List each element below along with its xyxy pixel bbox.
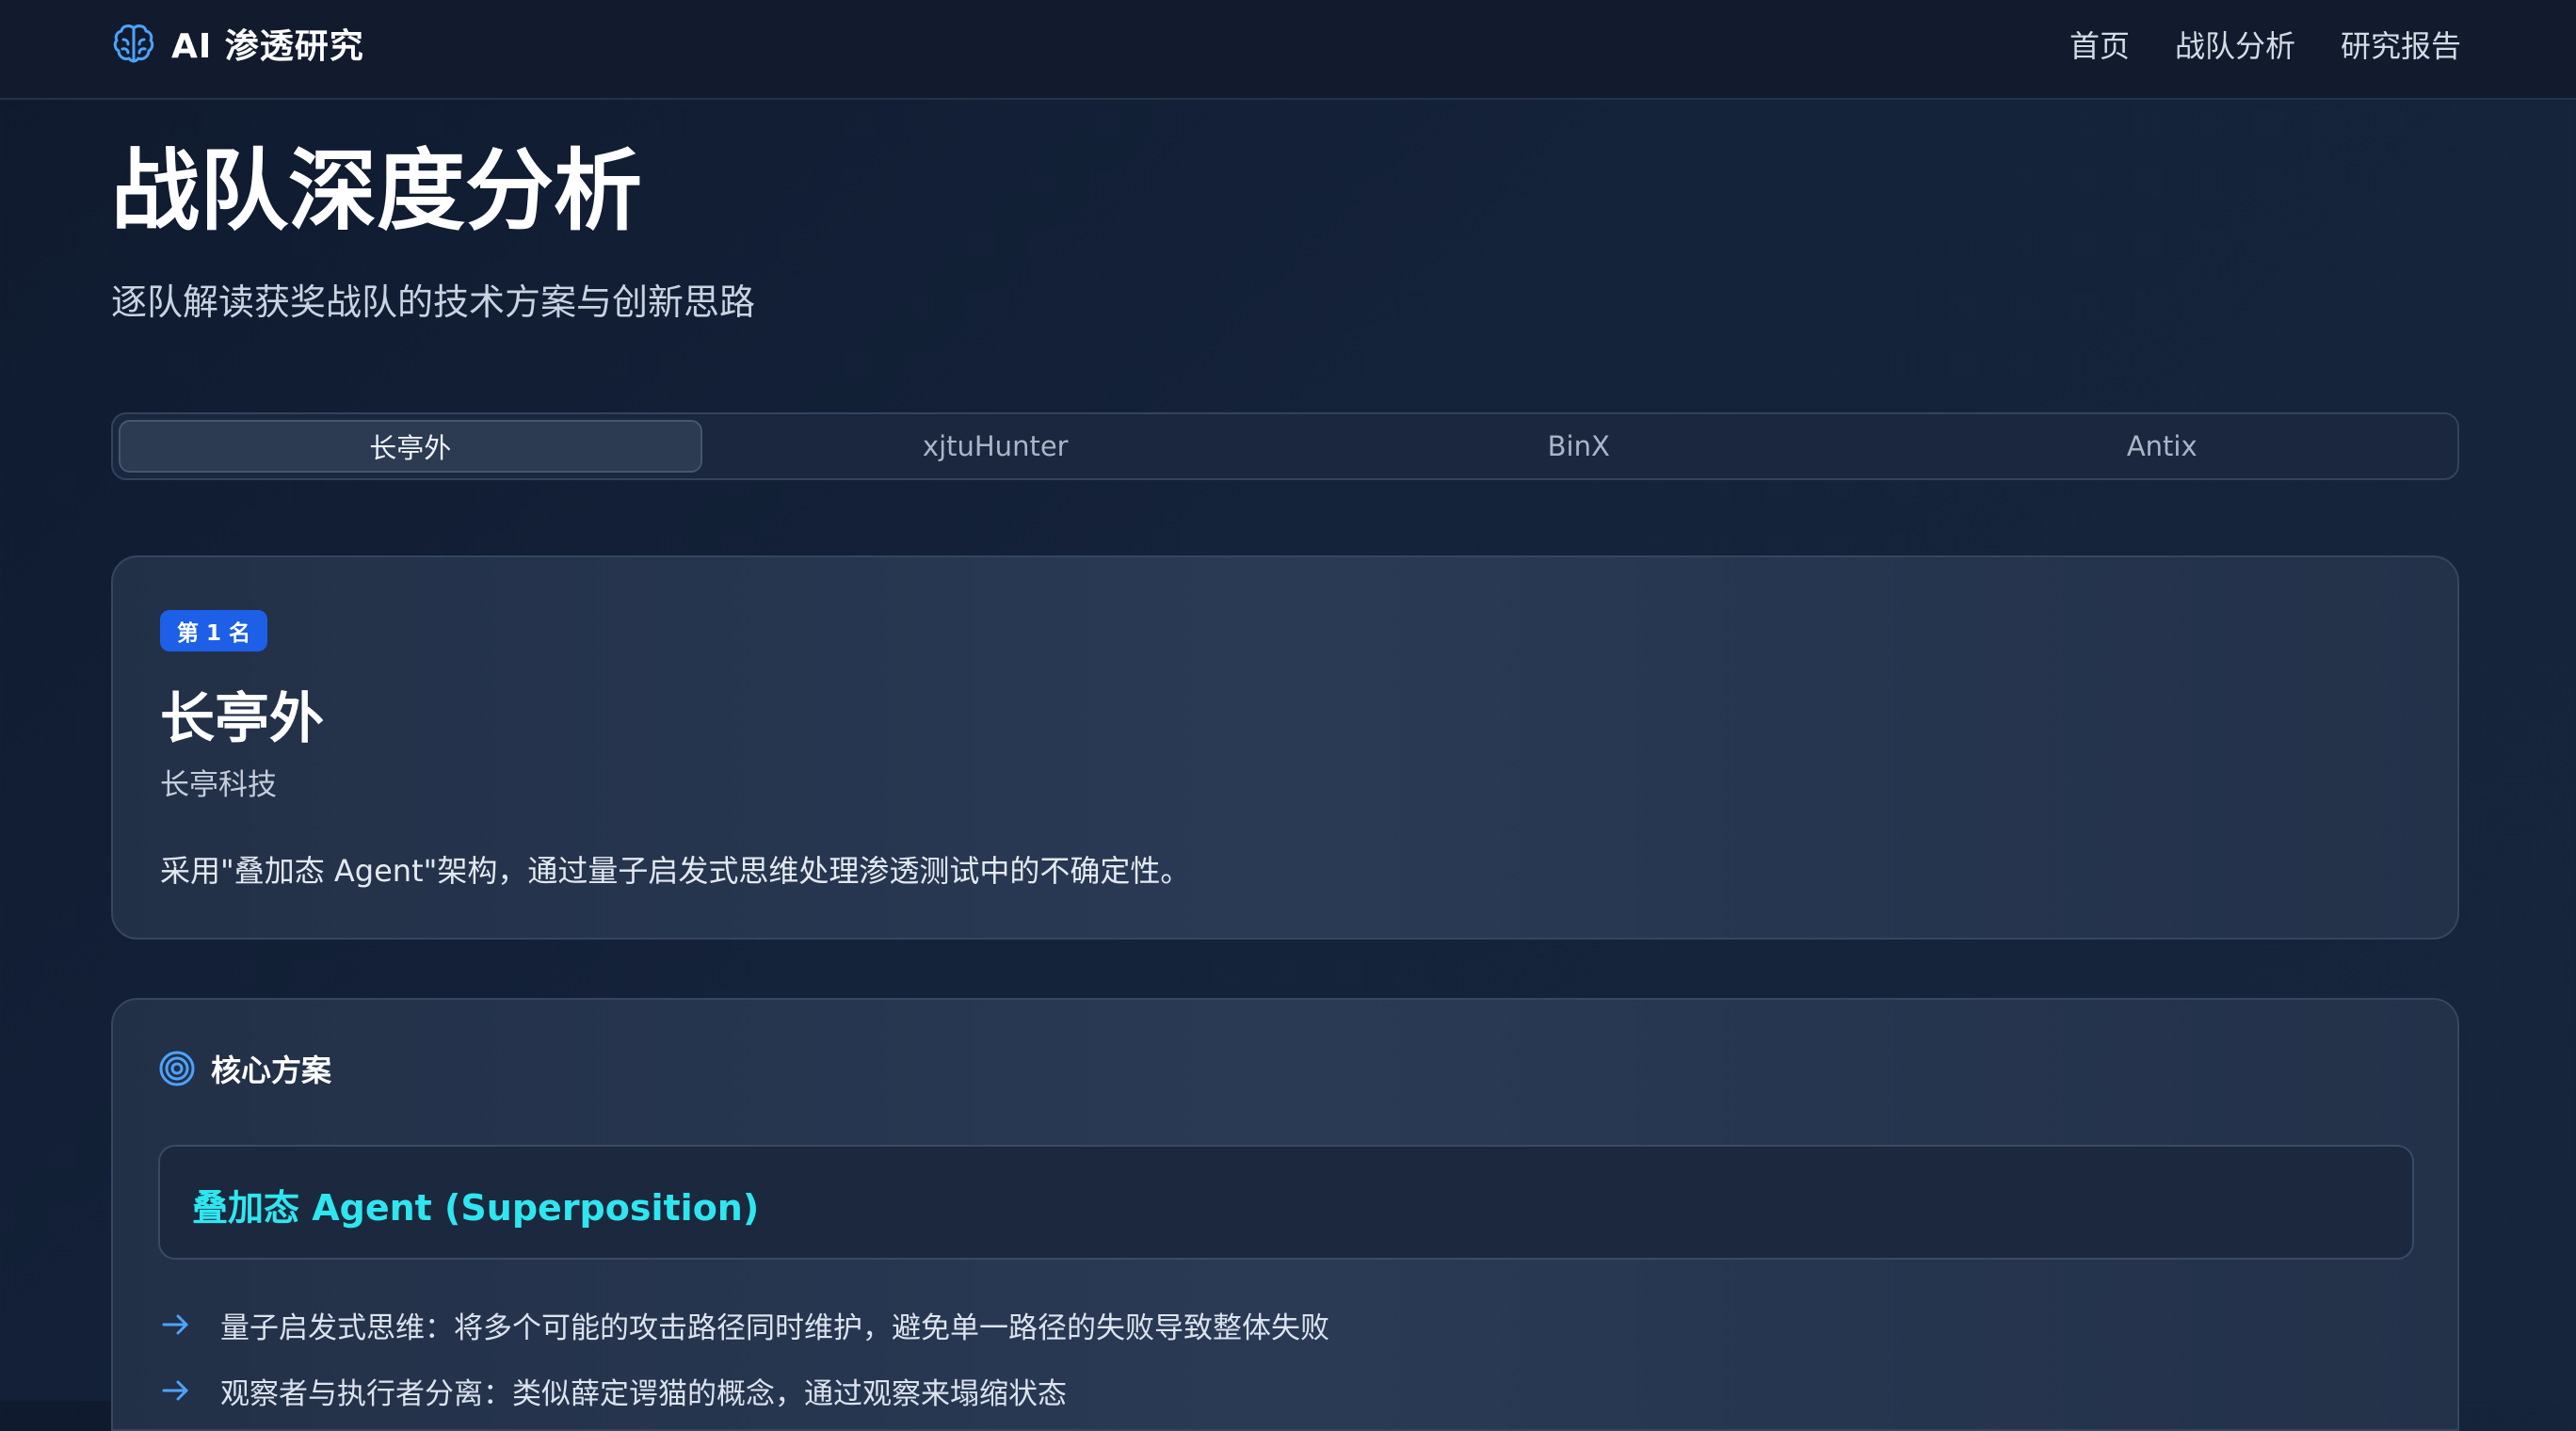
brain-icon (113, 24, 154, 63)
rank-badge: 第 1 名 (160, 610, 268, 651)
section-title: 核心方案 (211, 1053, 332, 1088)
brand-name: AI 渗透研究 (171, 27, 364, 66)
target-icon (159, 1051, 195, 1086)
approach-panel: 叠加态 Agent (Superposition) (158, 1145, 2414, 1260)
approach-title: 叠加态 Agent (Superposition) (192, 1187, 760, 1229)
list-item: 观察者与执行者分离：类似薛定谔猫的概念，通过观察来塌缩状态 (160, 1358, 1329, 1423)
tab-xjtuhunter[interactable]: xjtuHunter (706, 420, 1286, 473)
team-name: 长亭外 (160, 686, 325, 750)
team-organization: 长亭科技 (160, 768, 277, 802)
bullet-text: 观察者与执行者分离：类似薛定谔猫的概念，通过观察来塌缩状态 (220, 1376, 1067, 1411)
approach-bullets: 量子启发式思维：将多个可能的攻击路径同时维护，避免单一路径的失败导致整体失败 观… (160, 1292, 1329, 1423)
nav-links: 首页 战队分析 研究报告 (2069, 23, 2461, 66)
tab-antix[interactable]: Antix (1873, 420, 2453, 473)
brand[interactable]: AI 渗透研究 (111, 19, 364, 68)
tab-changtingwai[interactable]: 长亭外 (119, 420, 702, 473)
arrow-right-icon (162, 1380, 188, 1401)
list-item: 量子启发式思维：将多个可能的攻击路径同时维护，避免单一路径的失败导致整体失败 (160, 1292, 1329, 1358)
nav-link-team-analysis[interactable]: 战队分析 (2175, 23, 2295, 66)
nav-link-research-report[interactable]: 研究报告 (2341, 23, 2461, 66)
bullet-text: 量子启发式思维：将多个可能的攻击路径同时维护，避免单一路径的失败导致整体失败 (220, 1310, 1329, 1345)
page-subtitle: 逐队解读获奖战队的技术方案与创新思路 (111, 281, 756, 323)
team-description: 采用"叠加态 Agent"架构，通过量子启发式思维处理渗透测试中的不确定性。 (160, 853, 1191, 889)
team-tabs: 长亭外 xjtuHunter BinX Antix (111, 412, 2459, 480)
top-navbar: AI 渗透研究 首页 战队分析 研究报告 (0, 0, 2576, 100)
page-title: 战队深度分析 (111, 140, 643, 243)
arrow-right-icon (162, 1314, 188, 1335)
tab-binx[interactable]: BinX (1289, 420, 1869, 473)
section-header: 核心方案 (158, 1047, 331, 1090)
core-solution-card: 核心方案 叠加态 Agent (Superposition) 量子启发式思维：将… (111, 998, 2459, 1431)
team-summary-card: 第 1 名 长亭外 长亭科技 采用"叠加态 Agent"架构，通过量子启发式思维… (111, 555, 2459, 940)
nav-link-home[interactable]: 首页 (2069, 23, 2130, 66)
